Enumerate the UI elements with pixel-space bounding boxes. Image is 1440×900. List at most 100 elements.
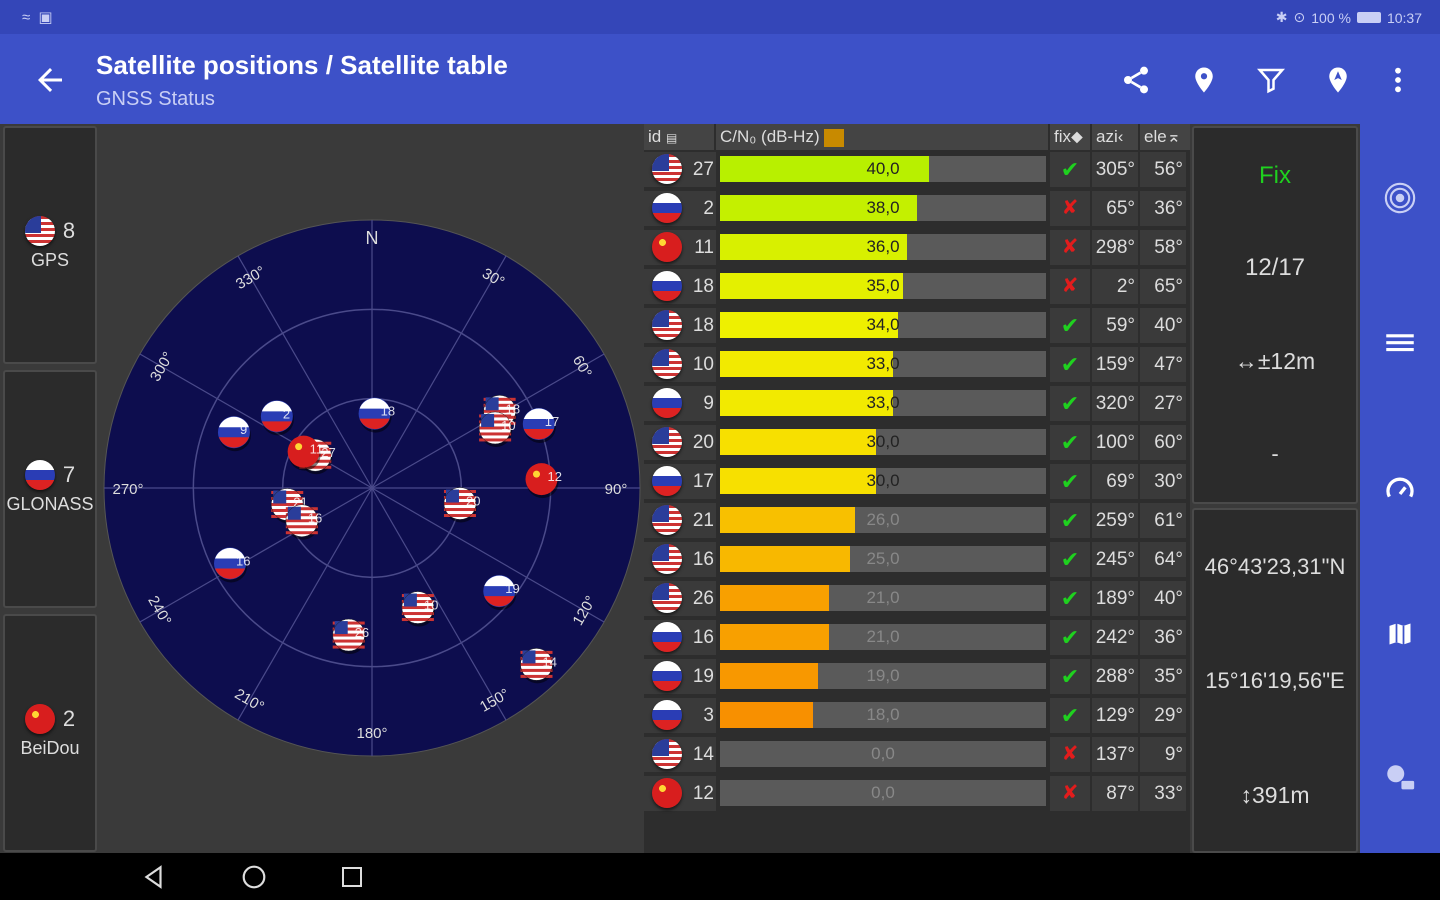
constellation-name: BeiDou [20,738,80,758]
globe-device-icon[interactable] [1380,758,1420,798]
satellite-id: 10 [501,418,515,433]
ru-flag-icon [652,622,682,652]
azimuth: 65° [1092,191,1138,226]
table-row[interactable]: 11 36,0 ✘ 298° 58° [644,228,1190,267]
fix-cell: ✘ [1050,230,1090,265]
radar-icon[interactable] [1380,178,1420,218]
header-ele[interactable]: ele⌅ [1140,124,1190,150]
table-row[interactable]: 20 30,0 ✔ 100° 60° [644,423,1190,462]
status-right: ✱ ⊙ 100 % 10:37 [1276,9,1422,26]
sky-plot[interactable]: N30°60°90°120°150°180°210°240°270°300°33… [100,124,644,853]
battery-percent: 100 % [1311,9,1351,26]
cn0-bar: 33,0 [720,390,1046,416]
table-row[interactable]: 16 21,0 ✔ 242° 36° [644,618,1190,657]
table-row[interactable]: 18 35,0 ✘ 2° 65° [644,267,1190,306]
satellite-id: 19 [505,581,519,596]
clock: 10:37 [1386,9,1422,26]
filter-icon[interactable] [1251,60,1291,100]
cn0-bar: 30,0 [720,429,1046,455]
constellation-glonass[interactable]: 7 GLONASS [3,370,97,608]
table-row[interactable]: 16 25,0 ✔ 245° 64° [644,540,1190,579]
check-icon: ✔ [1060,625,1080,650]
elevation: 56° [1140,152,1186,187]
page-title: Satellite positions / Satellite table [96,50,508,80]
elevation: 40° [1140,308,1186,343]
satellite-id: 14 [542,654,556,669]
table-row[interactable]: 26 21,0 ✔ 189° 40° [644,579,1190,618]
satellite-id: 26 [355,625,369,640]
us-flag-icon [24,216,55,246]
share-icon[interactable] [1116,60,1156,100]
table-row[interactable]: 9 33,0 ✔ 320° 27° [644,384,1190,423]
app-bar: Satellite positions / Satellite table GN… [0,34,1440,124]
sat-id: 11 [694,237,714,258]
status-bar: ≈ ▣ ✱ ⊙ 100 % 10:37 [0,0,1440,34]
map-icon[interactable] [1380,614,1420,654]
check-icon: ✔ [1060,391,1080,416]
location-pin-icon[interactable] [1184,60,1224,100]
satellite-id: 16 [308,511,322,526]
elevation: 29° [1140,698,1186,733]
cn0-value: 40,0 [866,159,900,178]
sat-id: 18 [692,276,714,297]
speedometer-icon[interactable] [1380,470,1420,510]
header-azi[interactable]: azi‹ [1092,124,1140,150]
table-row[interactable]: 3 18,0 ✔ 129° 29° [644,696,1190,735]
ru-flag-icon [652,271,682,301]
table-row[interactable]: 10 33,0 ✔ 159° 47° [644,345,1190,384]
satellite-id: 18 [506,401,520,416]
header-fix[interactable]: fix⬥ [1050,124,1092,150]
back-arrow-icon[interactable] [32,62,72,98]
cn0-bar: 33,0 [720,351,1046,377]
table-row[interactable]: 2 38,0 ✘ 65° 36° [644,189,1190,228]
nav-pin-icon[interactable] [1318,60,1358,100]
constellation-beidou[interactable]: 2 BeiDou [3,614,97,852]
sat-id: 14 [692,744,714,765]
ru-flag-icon [652,661,682,691]
check-icon: ✔ [1060,313,1080,338]
recents-square-icon[interactable] [336,861,368,893]
home-circle-icon[interactable] [238,861,270,893]
bluetooth-icon: ✱ [1275,9,1288,25]
cross-icon: ✘ [1061,197,1079,219]
azimuth: 129° [1092,698,1138,733]
table-row[interactable]: 18 34,0 ✔ 59° 40° [644,306,1190,345]
table-row[interactable]: 27 40,0 ✔ 305° 56° [644,150,1190,189]
fix-cell: ✔ [1050,152,1090,187]
sat-id: 21 [692,510,714,531]
battery-icon [1356,12,1381,23]
cn0-value: 30,0 [866,471,900,490]
azimuth: 100° [1092,425,1138,460]
azimuth: 2° [1092,269,1138,304]
us-flag-icon [652,154,682,184]
header-id[interactable]: id ▤ [644,124,716,150]
elevation: 36° [1140,620,1186,655]
cn0-bar: 0,0 [720,741,1046,767]
check-icon: ✔ [1060,586,1080,611]
cn0-bar: 21,0 [720,624,1046,650]
cn0-value: 21,0 [866,627,900,646]
azimuth: 305° [1092,152,1138,187]
header-cn0[interactable]: C/N₀ (dB-Hz) [716,124,1050,150]
azimuth-label: 180° [356,725,387,742]
list-icon[interactable] [1380,323,1420,363]
check-icon: ✔ [1060,703,1080,728]
table-row[interactable]: 21 26,0 ✔ 259° 61° [644,501,1190,540]
fix-cell: ✔ [1050,581,1090,616]
table-row[interactable]: 19 19,0 ✔ 288° 35° [644,657,1190,696]
satellite-table: id ▤ C/N₀ (dB-Hz) fix⬥ azi‹ ele⌅ 27 40,0 ✔… [644,124,1190,853]
sat-id: 18 [692,315,714,336]
back-triangle-icon[interactable] [138,861,170,893]
table-row[interactable]: 14 0,0 ✘ 137° 9° [644,735,1190,774]
constellation-gps[interactable]: 8 GPS [3,126,97,364]
satellite-id: 10 [424,598,438,613]
fix-cell: ✔ [1050,308,1090,343]
table-row[interactable]: 12 0,0 ✘ 87° 33° [644,774,1190,813]
more-vert-icon[interactable] [1378,60,1418,100]
ru-flag-icon [652,193,682,223]
fix-cell: ✔ [1050,542,1090,577]
sat-id: 16 [692,549,714,570]
check-icon: ✔ [1060,664,1080,689]
cn0-value: 36,0 [866,237,900,256]
table-row[interactable]: 17 30,0 ✔ 69° 30° [644,462,1190,501]
